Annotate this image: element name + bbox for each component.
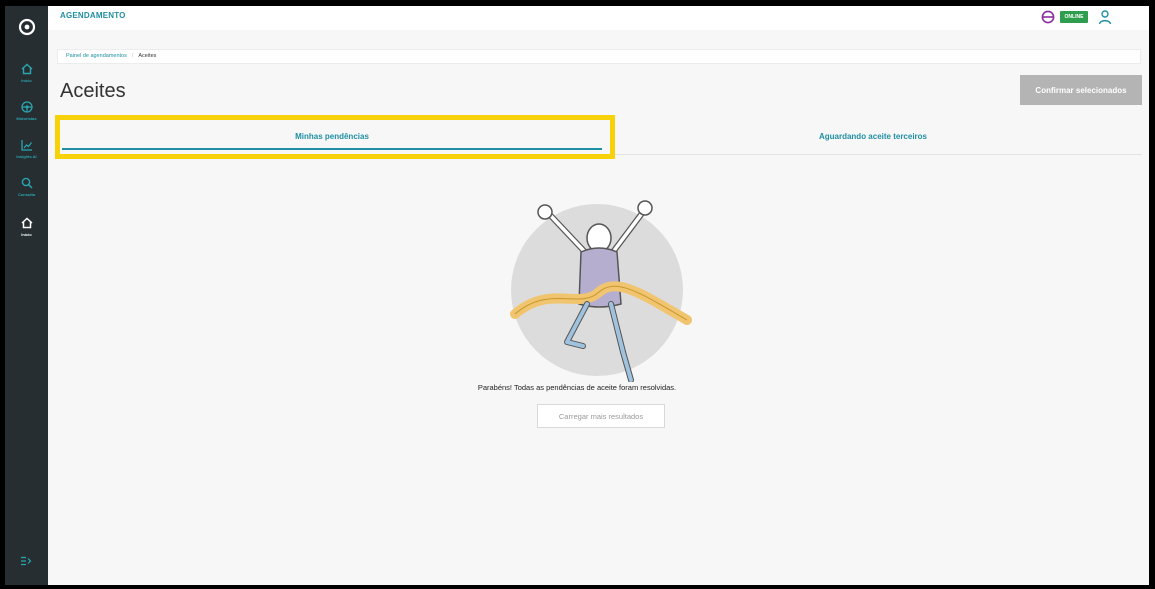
sidebar-item-label: Início <box>21 77 32 83</box>
home-icon <box>20 62 34 76</box>
breadcrumb-link[interactable]: Painel de agendamentos <box>66 53 127 59</box>
sidebar-item-consulta[interactable]: Consulta <box>5 168 48 204</box>
active-tab-indicator <box>62 148 602 150</box>
app-logo-icon[interactable] <box>17 17 37 37</box>
tab-minhas-pendencias[interactable]: Minhas pendências <box>62 122 602 150</box>
status-badge: ONLINE <box>1060 11 1088 23</box>
sidebar-item-label: Consulta <box>17 191 36 197</box>
sidebar-item-inicio-active[interactable]: Início <box>5 208 48 244</box>
breadcrumb-separator: / <box>131 53 134 59</box>
search-icon <box>20 176 34 190</box>
app-title: AGENDAMENTO <box>60 11 126 20</box>
breadcrumb-current: Aceites <box>138 53 157 59</box>
sidebar: Início Motoristas Insights AI Consulta I <box>5 6 48 585</box>
chart-icon <box>20 138 34 152</box>
globe-icon[interactable] <box>1041 10 1055 24</box>
sidebar-item-motoristas[interactable]: Motoristas <box>5 92 48 128</box>
load-more-button[interactable]: Carregar mais resultados <box>537 404 665 428</box>
sidebar-item-insights-ai[interactable]: Insights AI <box>5 130 48 166</box>
empty-state-message: Parabéns! Todas as pendências de aceite … <box>477 383 677 392</box>
sidebar-item-label: Início <box>21 231 32 237</box>
app-window: Início Motoristas Insights AI Consulta I <box>5 6 1149 585</box>
confirm-selected-button[interactable]: Confirmar selecionados <box>1020 75 1142 105</box>
steering-wheel-icon <box>20 100 34 114</box>
breadcrumb: Painel de agendamentos / Aceites <box>57 49 1141 64</box>
tab-bar: Minhas pendências Aguardando aceite terc… <box>58 122 1142 155</box>
celebration-illustration <box>510 200 692 382</box>
sidebar-item-label: Insights AI <box>16 153 37 159</box>
home-icon <box>20 216 34 230</box>
sidebar-item-inicio[interactable]: Início <box>5 54 48 90</box>
tab-aguardando-aceite-terceiros[interactable]: Aguardando aceite terceiros <box>608 122 1138 150</box>
page-title: Aceites <box>60 80 126 102</box>
top-bar: AGENDAMENTO ONLINE <box>48 6 1149 30</box>
expand-sidebar-icon[interactable] <box>19 554 33 568</box>
user-icon[interactable] <box>1098 9 1112 25</box>
sidebar-item-label: Motoristas <box>16 115 37 121</box>
